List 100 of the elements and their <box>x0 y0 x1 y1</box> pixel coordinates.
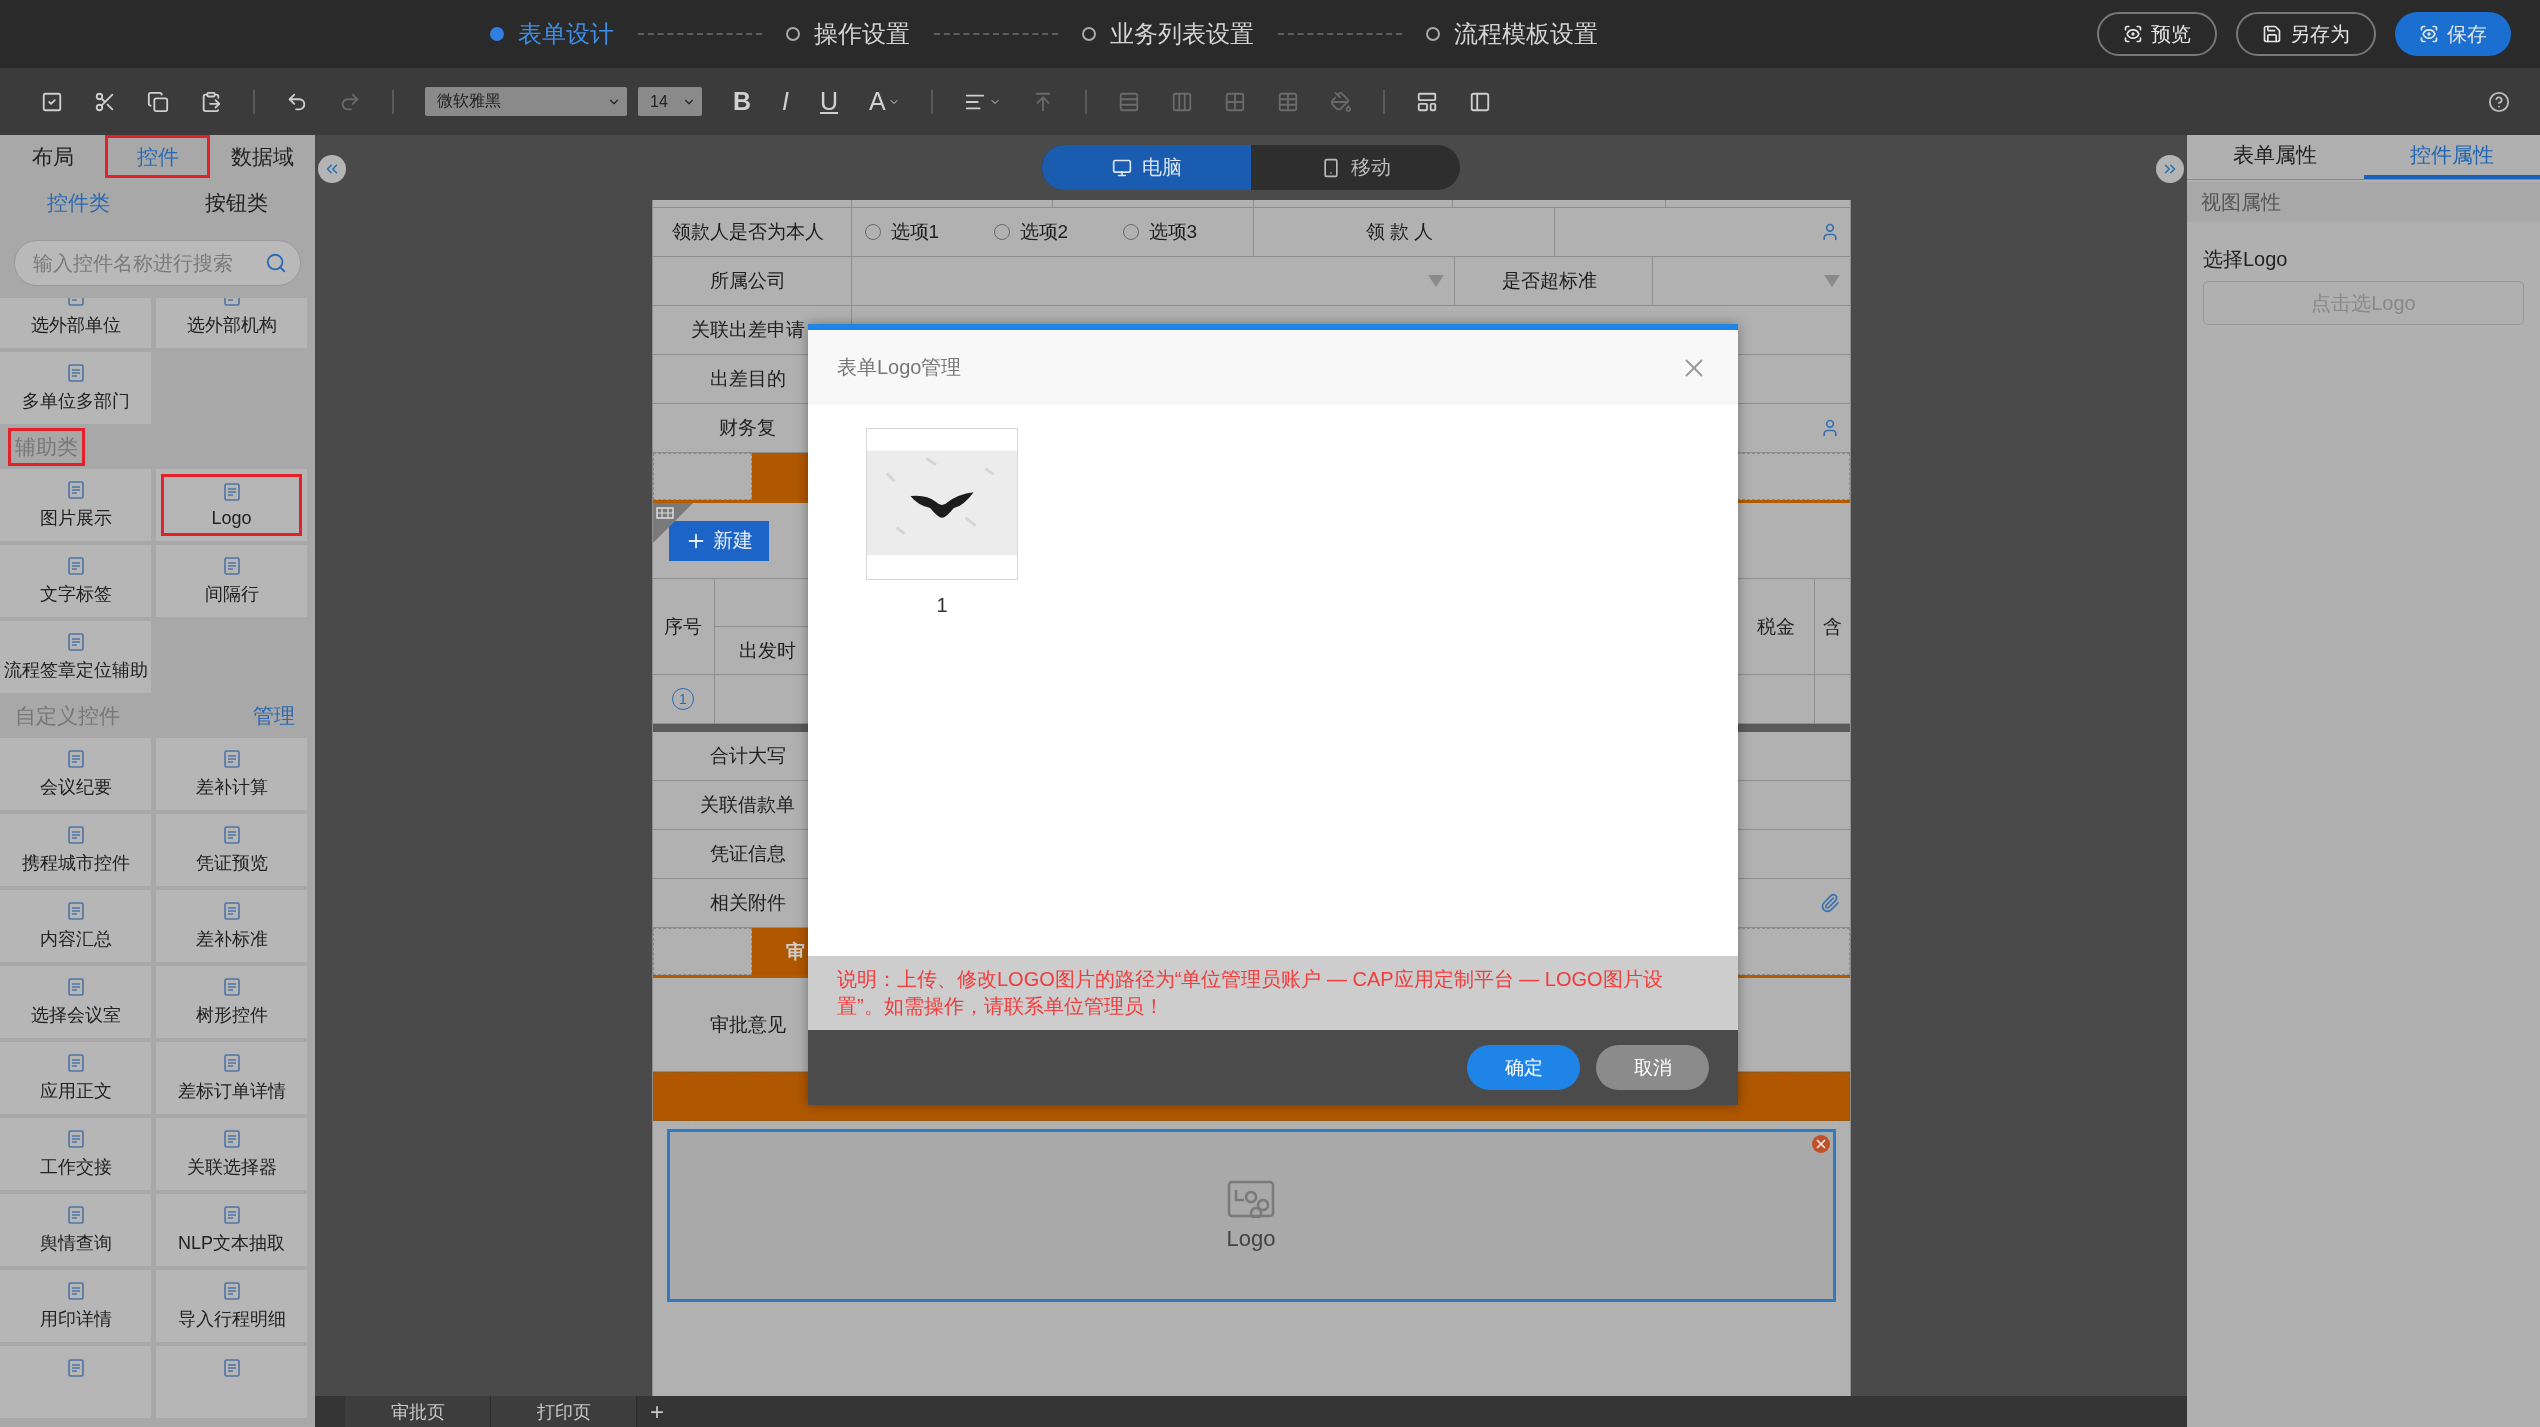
column-header: 出发时 <box>737 638 797 663</box>
control-tile[interactable] <box>0 1346 151 1418</box>
field-label: 选择Logo <box>2202 247 2289 272</box>
column-header: 序号 <box>652 579 715 674</box>
category-tab[interactable]: 按钮类 <box>157 178 315 228</box>
tile-label: 文字标签 <box>39 583 112 606</box>
control-tile[interactable]: 携程城市控件 <box>0 814 151 886</box>
device-tab[interactable]: 电脑 <box>1042 145 1251 190</box>
panel-tab[interactable]: 布局 <box>0 135 105 178</box>
format-button[interactable]: I <box>782 87 789 116</box>
control-tile[interactable]: 差补标准 <box>156 890 307 962</box>
page-tab[interactable]: 审批页 <box>345 1396 491 1427</box>
copy-icon[interactable] <box>147 90 169 113</box>
checkbox-icon[interactable] <box>41 90 63 113</box>
control-tile[interactable]: 差补计算 <box>156 738 307 810</box>
step-tab[interactable]: 流程模板设置 <box>1426 18 1598 50</box>
document-icon <box>221 1129 242 1149</box>
field-label: 所属公司 <box>652 257 852 305</box>
step-tab[interactable]: 操作设置 <box>786 18 910 50</box>
tile-label: Logo <box>211 507 252 529</box>
device-tab[interactable]: 移动 <box>1251 145 1460 190</box>
radio-option[interactable]: 选项1 <box>864 219 994 245</box>
control-tile[interactable]: 图片展示 <box>0 469 151 541</box>
document-icon <box>65 1129 86 1149</box>
document-icon <box>221 977 242 997</box>
control-tile[interactable]: NLP文本抽取 <box>156 1194 307 1266</box>
step-tab[interactable]: 业务列表设置 <box>1082 18 1254 50</box>
rows-icon[interactable] <box>1117 90 1140 113</box>
format-button[interactable]: U <box>820 87 839 116</box>
save-button[interactable]: 保存 <box>2395 12 2511 56</box>
save-as-button[interactable]: 另存为 <box>2236 12 2376 56</box>
control-tile[interactable]: Logo <box>156 469 307 541</box>
control-tile[interactable]: 多单位多部门 <box>0 352 151 424</box>
control-tile[interactable]: 流程签章定位辅助 <box>0 621 151 693</box>
close-icon[interactable] <box>1810 1134 1831 1154</box>
field-label: 领 款 人 <box>1253 208 1555 256</box>
control-tile[interactable]: 间隔行 <box>156 545 307 617</box>
tile-label: 用印详情 <box>39 1308 112 1331</box>
tile-label: 差标订单详情 <box>177 1080 286 1103</box>
paint-bucket-icon[interactable] <box>1329 90 1352 113</box>
control-tile[interactable]: 应用正文 <box>0 1042 151 1114</box>
document-icon <box>221 1281 242 1301</box>
new-button[interactable]: 新建 <box>668 520 769 561</box>
control-tile[interactable]: 树形控件 <box>156 966 307 1038</box>
columns-icon[interactable] <box>1170 90 1193 113</box>
radio-option[interactable]: 选项3 <box>1122 219 1252 245</box>
collapse-button[interactable] <box>318 155 346 183</box>
control-tile[interactable]: 导入行程明细 <box>156 1270 307 1342</box>
document-icon <box>221 1053 242 1073</box>
confirm-button[interactable]: 确定 <box>1467 1045 1580 1090</box>
property-tab[interactable]: 表单属性 <box>2187 135 2364 179</box>
control-tile[interactable]: 工作交接 <box>0 1118 151 1190</box>
preview-button[interactable]: 预览 <box>2097 12 2217 56</box>
document-icon <box>221 901 242 921</box>
help-icon[interactable] <box>2488 90 2510 113</box>
control-tile[interactable]: 选外部单位 <box>0 298 151 348</box>
control-tile[interactable]: 选择会议室 <box>0 966 151 1038</box>
control-tile[interactable]: 选外部机构 <box>156 298 307 348</box>
layout-icon[interactable] <box>1415 90 1438 113</box>
format-button[interactable]: A <box>869 87 900 116</box>
control-tile[interactable]: 舆情查询 <box>0 1194 151 1266</box>
expand-button[interactable] <box>2156 155 2184 183</box>
panel-icon[interactable] <box>1468 90 1491 113</box>
search-field[interactable]: 输入控件名称进行搜索 <box>14 240 301 286</box>
tile-label: 导入行程明细 <box>177 1308 286 1331</box>
paperclip-icon[interactable] <box>1819 893 1840 913</box>
control-tile[interactable]: 关联选择器 <box>156 1118 307 1190</box>
panel-tab[interactable]: 数据域 <box>210 135 315 178</box>
page-tab[interactable]: 打印页 <box>491 1396 637 1427</box>
logo-caption: 1 <box>936 594 948 617</box>
control-tile[interactable]: 内容汇总 <box>0 890 151 962</box>
document-icon <box>221 556 242 576</box>
control-tile[interactable]: 凭证预览 <box>156 814 307 886</box>
logo-control[interactable]: Logo <box>666 1129 1836 1302</box>
clipboard-icon[interactable] <box>200 90 222 113</box>
control-tile[interactable]: 差标订单详情 <box>156 1042 307 1114</box>
add-page-button[interactable]: + <box>637 1396 677 1427</box>
tile-label: 选择会议室 <box>30 1004 121 1027</box>
control-tile[interactable]: 文字标签 <box>0 545 151 617</box>
document-icon <box>65 1281 86 1301</box>
note-text: 说明：上传、修改LOGO图片的路径为“单位管理员账户 — CAP应用定制平台 — LOGO图片设置”。如需操作，请联系单位管理员！ <box>808 956 1738 1030</box>
format-button[interactable]: B <box>733 87 752 116</box>
column-header: 含 <box>1821 614 1843 639</box>
document-icon <box>65 749 86 769</box>
font-size-select[interactable]: 14 <box>638 87 702 116</box>
step-tab[interactable]: 表单设计 <box>490 18 614 50</box>
document-icon <box>65 825 86 845</box>
document-icon <box>65 363 86 383</box>
tile-label: 差补计算 <box>195 776 268 799</box>
control-tile[interactable] <box>156 1346 307 1418</box>
tile-label: 携程城市控件 <box>21 852 130 875</box>
scissors-icon[interactable] <box>94 90 116 113</box>
dot-icon <box>1426 27 1440 41</box>
table-icon[interactable] <box>1276 90 1299 113</box>
search-icon <box>265 252 287 274</box>
control-tile[interactable]: 用印详情 <box>0 1270 151 1342</box>
control-tile[interactable]: 会议纪要 <box>0 738 151 810</box>
font-select[interactable]: 微软雅黑 <box>425 87 627 116</box>
radio-option[interactable]: 选项2 <box>993 219 1123 245</box>
grid-icon[interactable] <box>1223 90 1246 113</box>
